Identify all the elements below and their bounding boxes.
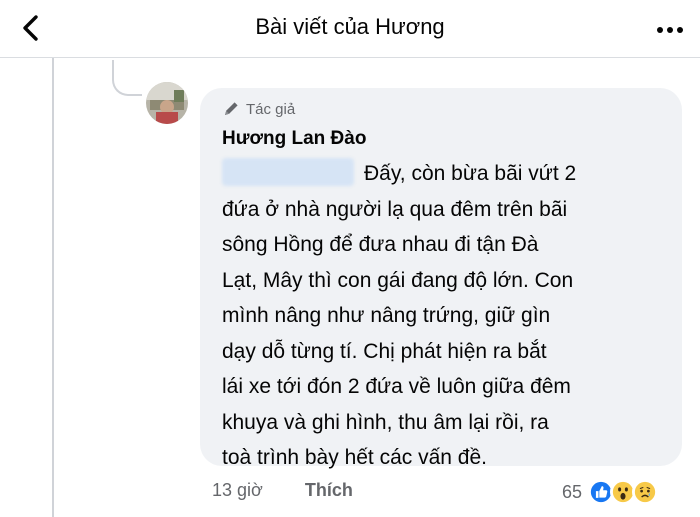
comment-text: Đấy, còn bừa bãi vứt 2 đứa ở nhà người l…	[222, 156, 672, 476]
avatar[interactable]	[146, 82, 188, 124]
reaction-summary[interactable]: 65	[562, 476, 659, 508]
like-button[interactable]: Thích	[305, 480, 353, 501]
pen-icon	[225, 102, 238, 115]
reaction-count: 65	[562, 481, 583, 502]
timestamp[interactable]: 13 giờ	[212, 480, 263, 501]
top-bar: Bài viết của Hương	[0, 0, 700, 58]
comment-line: lái xe tới đón 2 đứa về luôn giữa đêm	[222, 375, 571, 398]
comment-actions: 13 giờ Thích	[212, 480, 353, 501]
comment-line: mình nâng như nâng trứng, giữ gìn	[222, 304, 551, 327]
comment-line: sông Hồng để đưa nhau đi tận Đà	[222, 233, 539, 256]
comment-line: đứa ở nhà người lạ qua đêm trên bãi	[222, 197, 568, 221]
more-dots-icon[interactable]	[656, 20, 684, 40]
comment-line: Đấy, còn bừa bãi vứt 2	[364, 162, 577, 185]
sad-reaction-icon	[632, 479, 659, 505]
comment-line: toà trình bày hết các vấn đề.	[222, 446, 488, 469]
reply-connector	[112, 60, 142, 96]
comment-line: dạy dỗ từng tí. Chị phát hiện ra bắt	[222, 339, 547, 363]
page-title: Bài viết của Hương	[255, 14, 445, 39]
comment-line: khuya và ghi hình, thu âm lại rồi, ra	[222, 410, 549, 434]
author-badge: Tác giả	[222, 100, 295, 118]
author-badge-label: Tác giả	[246, 100, 296, 118]
thread-line	[52, 58, 54, 517]
comment-bubble: Tác giả Hương Lan Đào Đấy, còn bừa bãi v…	[200, 88, 682, 469]
author-name[interactable]: Hương Lan Đào	[222, 128, 366, 150]
comment-line: Lạt, Mây thì con gái đang độ lớn. Con	[222, 268, 574, 292]
